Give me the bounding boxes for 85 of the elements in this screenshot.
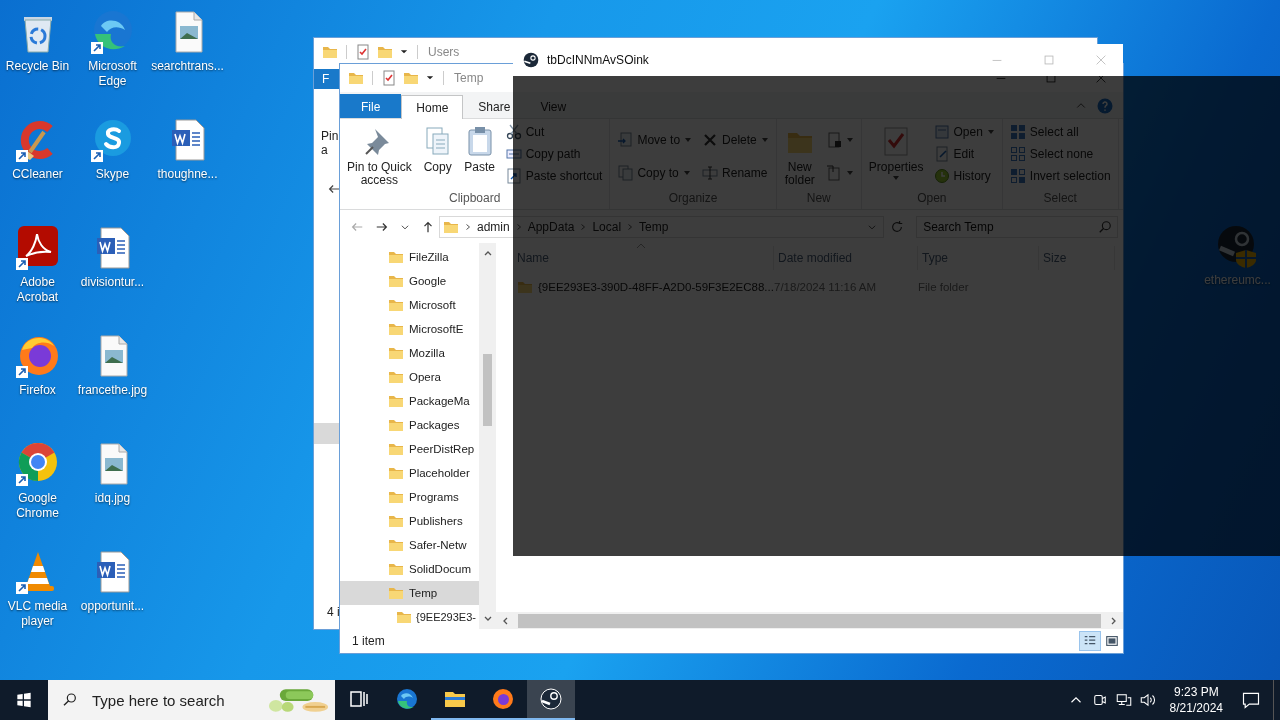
notification-icon[interactable] <box>1241 690 1261 710</box>
ribbon-tab[interactable]: Home <box>401 95 464 119</box>
chevron-right-icon <box>464 222 472 231</box>
folder-icon <box>388 537 404 553</box>
knob-app-icon <box>539 687 563 711</box>
nav-item[interactable]: PackageMa <box>340 389 479 413</box>
scrollbar-thumb[interactable] <box>518 613 1101 628</box>
window-title: Temp <box>454 71 484 85</box>
desktop-shortcut[interactable]: opportunit... <box>75 544 150 652</box>
nav-item[interactable]: FileZilla <box>340 245 479 269</box>
search-field[interactable]: Type here to search <box>90 690 254 710</box>
ribbon-button[interactable]: Pin a <box>314 129 339 157</box>
nav-item[interactable]: {9EE293E3- <box>340 605 479 629</box>
desktop-shortcut[interactable]: Google Chrome <box>0 436 75 544</box>
folder-icon <box>388 465 404 481</box>
speaker-icon[interactable] <box>1138 691 1157 709</box>
checkmark-page-icon[interactable] <box>355 44 371 60</box>
nav-item[interactable]: Safer-Netw <box>340 533 479 557</box>
file-tab[interactable]: F <box>314 69 340 89</box>
nav-item[interactable]: Placeholder <box>340 461 479 485</box>
status-text: 4 i <box>327 605 340 621</box>
swirl-app-icon <box>395 687 419 711</box>
folder-icon <box>388 441 404 457</box>
desktop-shortcut[interactable]: francethe.jpg <box>75 328 150 436</box>
desktop-shortcut[interactable]: VLC media player <box>0 544 75 652</box>
status-text: 1 item <box>352 634 385 648</box>
breadcrumb[interactable]: admin <box>477 219 510 234</box>
ribbon-button[interactable]: Paste <box>459 121 500 174</box>
ribbon-button[interactable]: Copy <box>417 121 458 174</box>
folder-icon <box>388 393 404 409</box>
desktop-shortcut[interactable]: Adobe Acrobat <box>0 220 75 328</box>
nav-item[interactable]: Google <box>340 269 479 293</box>
search-box[interactable]: Type here to search <box>48 680 335 720</box>
scrollbar[interactable] <box>496 612 1123 629</box>
flame-globe-icon <box>491 687 515 711</box>
nav-item[interactable]: MicrosoftE <box>340 317 479 341</box>
folder-icon <box>388 249 404 265</box>
desktop-shortcut[interactable]: Microsoft Edge <box>75 4 150 112</box>
windows-icon <box>16 692 32 708</box>
group-label: Clipboard <box>448 191 502 207</box>
window-title: tbDcINNmAvSOink <box>547 53 649 67</box>
nav-item[interactable]: Publishers <box>340 509 479 533</box>
folder-icon <box>388 345 404 361</box>
folder-icon <box>388 561 404 577</box>
folder-icon <box>388 369 404 385</box>
ribbon-button[interactable]: Pin to Quick access <box>343 121 416 187</box>
desktop-shortcut[interactable]: Recycle Bin <box>0 4 75 112</box>
nav-item[interactable]: SolidDocum <box>340 557 479 581</box>
folder-icon <box>396 609 412 625</box>
folder-icon <box>388 489 404 505</box>
clock[interactable]: 9:23 PM 8/21/2024 <box>1159 680 1233 720</box>
desktop-shortcut[interactable]: CCleaner <box>0 112 75 220</box>
folder-icon <box>388 417 404 433</box>
up-arrow-icon[interactable] <box>421 219 435 234</box>
taskbar-app[interactable] <box>527 680 575 720</box>
network-icon[interactable] <box>1114 691 1133 709</box>
nav-item[interactable]: Temp <box>340 581 479 605</box>
search-icon <box>62 692 78 708</box>
nav-item-highlight <box>314 423 339 444</box>
desktop-shortcut[interactable]: Skype <box>75 112 150 220</box>
back-arrow-icon[interactable] <box>327 182 341 196</box>
desktop-shortcut[interactable]: divisiontur... <box>75 220 150 328</box>
checkmark-page-icon[interactable] <box>381 70 397 86</box>
desktop-shortcut[interactable]: idq.jpg <box>75 436 150 544</box>
folder-icon <box>388 297 404 313</box>
scrollbar-thumb[interactable] <box>483 354 492 426</box>
folder-icon <box>388 585 404 601</box>
nav-item[interactable]: Opera <box>340 365 479 389</box>
desktop-shortcut[interactable]: thoughne... <box>150 112 225 220</box>
file-tab[interactable]: File <box>340 94 402 118</box>
desktop-shortcut[interactable]: searchtrans... <box>150 4 225 112</box>
scrollbar[interactable] <box>479 243 496 629</box>
folder-icon <box>388 321 404 337</box>
nav-item[interactable]: Microsoft <box>340 293 479 317</box>
large-icons-view-icon <box>1105 634 1119 648</box>
folder-icon <box>388 273 404 289</box>
desktop-shortcut[interactable]: Firefox <box>0 328 75 436</box>
nav-item[interactable]: PeerDistRep <box>340 437 479 461</box>
window-title: Users <box>428 45 460 59</box>
nav-item[interactable]: Programs <box>340 485 479 509</box>
view-button[interactable] <box>1079 631 1101 651</box>
folder-icon <box>388 513 404 529</box>
nav-item[interactable]: Mozilla <box>340 341 479 365</box>
nav-item[interactable]: Packages <box>340 413 479 437</box>
knob-app-icon <box>523 52 539 68</box>
